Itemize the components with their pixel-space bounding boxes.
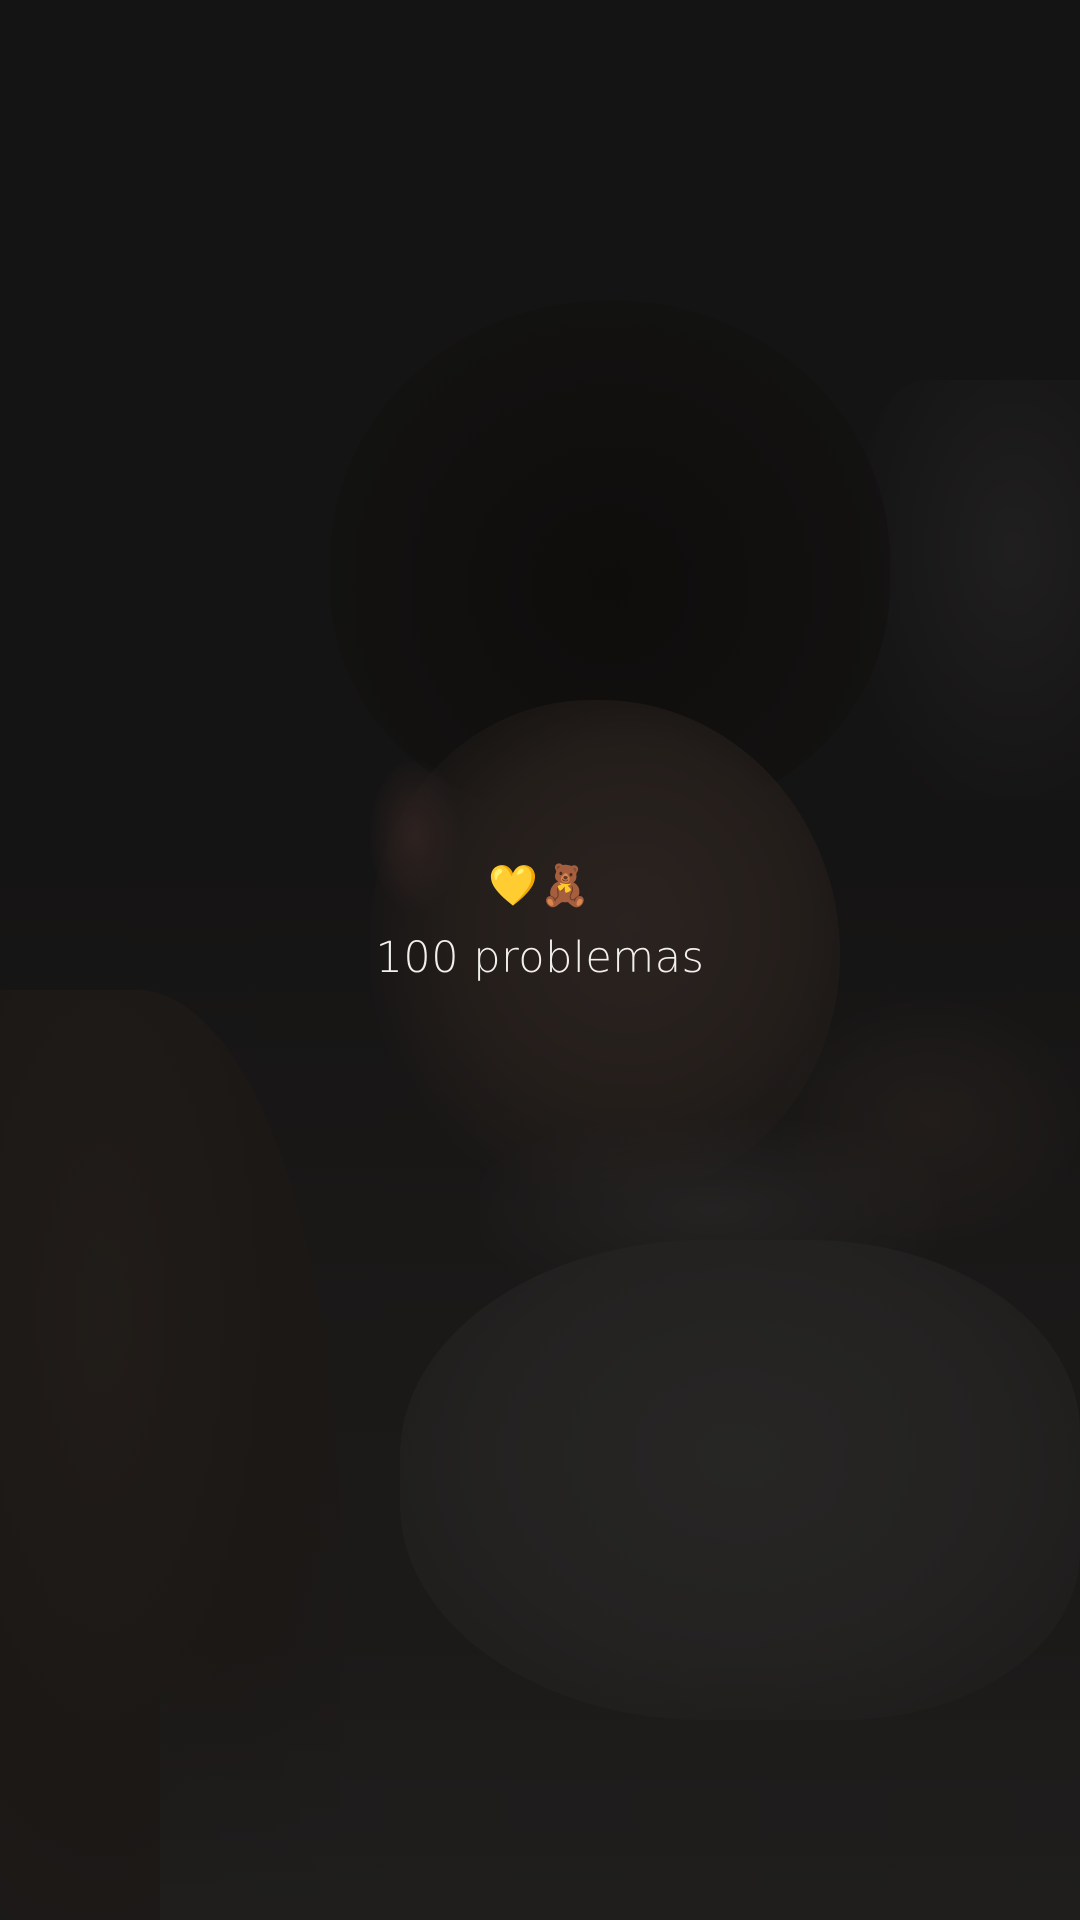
background-arm-shape	[0, 990, 340, 1920]
background-sheet-shape	[160, 1650, 1080, 1920]
caption-text: 100 problemas	[375, 933, 705, 983]
background-second-face-shape	[780, 1000, 1080, 1240]
background-pillow-shape	[400, 1240, 1080, 1720]
background-shirt-shape	[480, 1120, 940, 1300]
story-screen[interactable]: 💛🧸 100 problemas	[0, 0, 1080, 1920]
background-hair-shape	[330, 300, 890, 820]
background-light-area	[860, 380, 1080, 800]
caption-emoji-line: 💛🧸	[488, 863, 592, 909]
